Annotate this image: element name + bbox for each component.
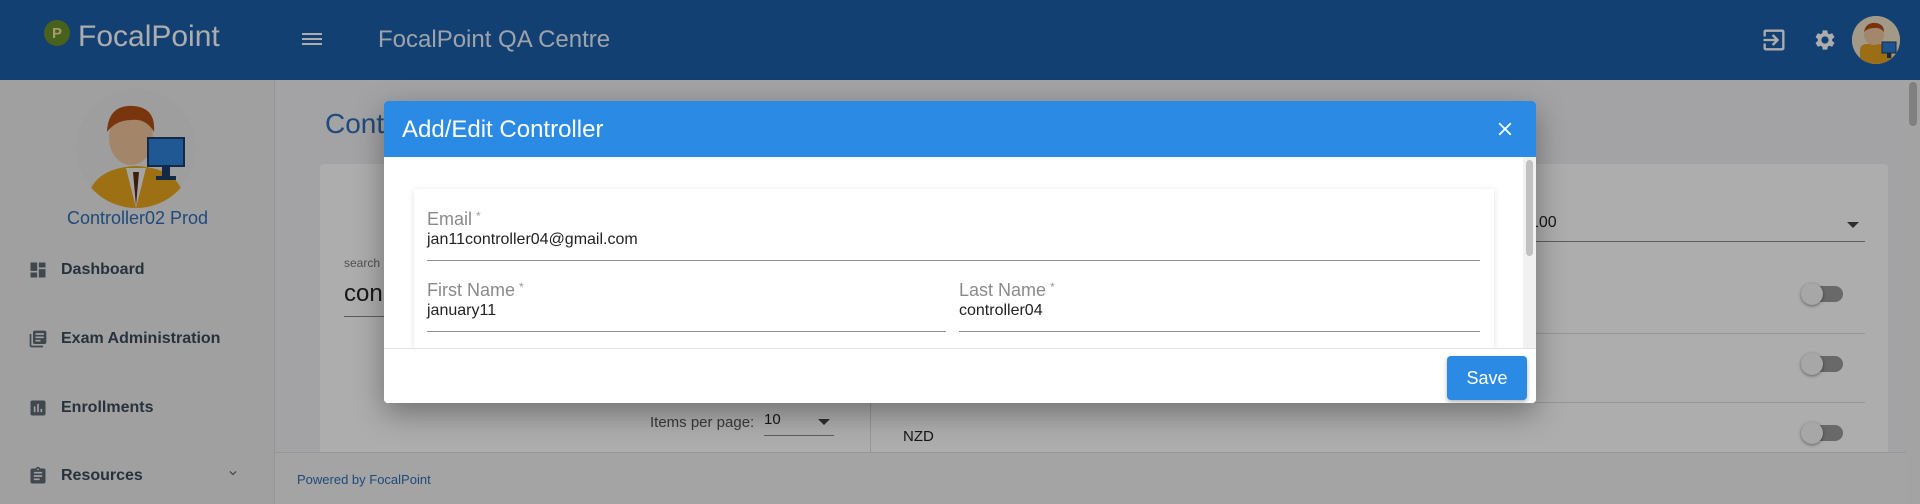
first-name-field[interactable]: january11 bbox=[427, 302, 496, 320]
controller-form: Email * jan11controller04@gmail.com First… bbox=[414, 189, 1494, 349]
add-edit-controller-dialog: Add/Edit Controller Email * jan11controll… bbox=[384, 101, 1536, 403]
save-button[interactable]: Save bbox=[1447, 356, 1527, 400]
first-name-underline bbox=[427, 331, 946, 332]
dialog-title: Add/Edit Controller bbox=[402, 116, 604, 143]
close-icon[interactable] bbox=[1494, 118, 1516, 140]
email-label: Email * bbox=[427, 209, 481, 229]
email-field[interactable]: jan11controller04@gmail.com bbox=[427, 231, 638, 249]
email-underline bbox=[427, 260, 1480, 261]
scrollbar-thumb[interactable] bbox=[1526, 160, 1533, 256]
last-name-underline bbox=[959, 331, 1480, 332]
dialog-body: Email * jan11controller04@gmail.com First… bbox=[384, 157, 1536, 349]
last-name-label: Last Name * bbox=[959, 280, 1055, 300]
dialog-scrollbar[interactable] bbox=[1523, 157, 1536, 348]
first-name-label: First Name * bbox=[427, 280, 524, 300]
dialog-footer: Save bbox=[384, 348, 1536, 403]
dialog-header: Add/Edit Controller bbox=[384, 101, 1536, 157]
last-name-field[interactable]: controller04 bbox=[959, 302, 1043, 320]
